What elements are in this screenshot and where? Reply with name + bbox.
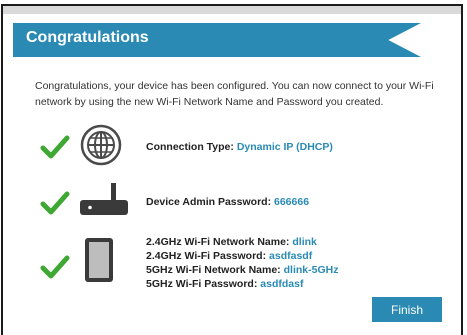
wifi-24-name-value: dlink: [292, 236, 317, 248]
wifi-24-pass-label: 2.4GHz Wi-Fi Password:: [146, 250, 267, 262]
wifi-5-name-value: dlink-5GHz: [283, 264, 339, 276]
wifi-5-pass-value: asdfdasf: [260, 278, 304, 290]
wifi-5-pass-row: 5GHz Wi-Fi Password: asdfdasf: [146, 277, 338, 291]
check-icon: [40, 191, 70, 215]
wifi-info: 2.4GHz Wi-Fi Network Name: dlink 2.4GHz …: [146, 235, 338, 291]
finish-button[interactable]: Finish: [372, 297, 442, 322]
globe-icon: [80, 124, 122, 166]
admin-info: Device Admin Password: 666666: [146, 196, 309, 208]
tablet-icon: [85, 238, 113, 282]
wifi-24-name-row: 2.4GHz Wi-Fi Network Name: dlink: [146, 235, 338, 249]
wifi-24-name-label: 2.4GHz Wi-Fi Network Name:: [146, 236, 290, 248]
admin-value: 666666: [274, 196, 310, 208]
wifi-5-pass-label: 5GHz Wi-Fi Password:: [146, 278, 258, 290]
wifi-5-name-row: 5GHz Wi-Fi Network Name: dlink-5GHz: [146, 263, 338, 277]
connection-label: Connection Type:: [146, 141, 234, 153]
check-icon: [40, 255, 70, 279]
admin-label: Device Admin Password:: [146, 196, 272, 208]
intro-text: Congratulations, your device has been co…: [35, 80, 434, 108]
wifi-24-pass-value: asdfasdf: [269, 250, 313, 262]
connection-value: Dynamic IP (DHCP): [236, 141, 333, 153]
check-icon: [40, 135, 70, 159]
router-icon: [80, 183, 128, 215]
wifi-24-pass-row: 2.4GHz Wi-Fi Password: asdfasdf: [146, 249, 338, 263]
wifi-5-name-label: 5GHz Wi-Fi Network Name:: [146, 264, 281, 276]
connection-info: Connection Type: Dynamic IP (DHCP): [146, 141, 333, 153]
page-title: Congratulations: [26, 29, 149, 46]
